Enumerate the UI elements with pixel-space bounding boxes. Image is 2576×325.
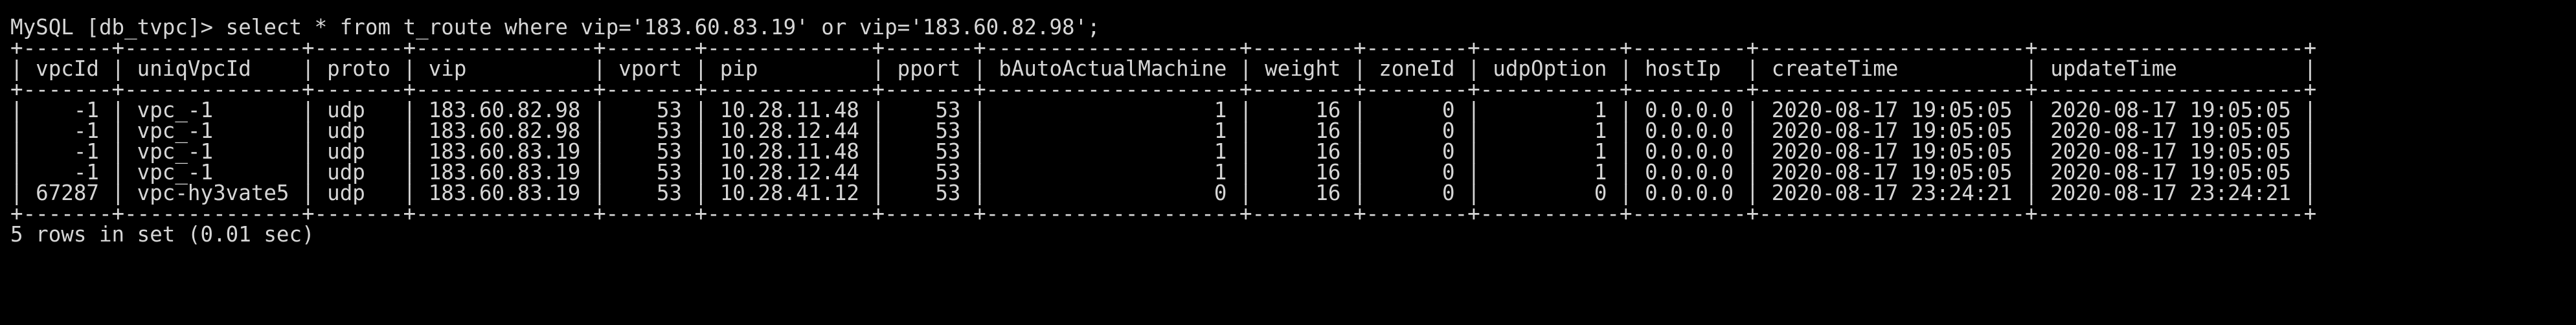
table-border-bottom: +-------+--------------+-------+--------… <box>10 201 2317 226</box>
table-row: | -1 | vpc_-1 | udp | 183.60.82.98 | 53 … <box>10 98 2317 122</box>
table-border-top: +-------+--------------+-------+--------… <box>10 36 2317 60</box>
table-border-mid: +-------+--------------+-------+--------… <box>10 77 2317 102</box>
command-line: MySQL [db_tvpc]> select * from t_route w… <box>10 17 2576 38</box>
table-row: | -1 | vpc_-1 | udp | 183.60.82.98 | 53 … <box>10 118 2317 143</box>
table-header-row: | vpcId | uniqVpcId | proto | vip | vpor… <box>10 56 2317 81</box>
table-row: | -1 | vpc_-1 | udp | 183.60.83.19 | 53 … <box>10 160 2317 185</box>
result-summary: 5 rows in set (0.01 sec) <box>10 222 315 247</box>
terminal-output: MySQL [db_tvpc]> select * from t_route w… <box>10 17 2576 245</box>
table-row: | 67287 | vpc-hy3vate5 | udp | 183.60.83… <box>10 181 2317 205</box>
table-row: | -1 | vpc_-1 | udp | 183.60.83.19 | 53 … <box>10 139 2317 164</box>
terminal-window[interactable]: MySQL [db_tvpc]> select * from t_route w… <box>0 0 2576 325</box>
